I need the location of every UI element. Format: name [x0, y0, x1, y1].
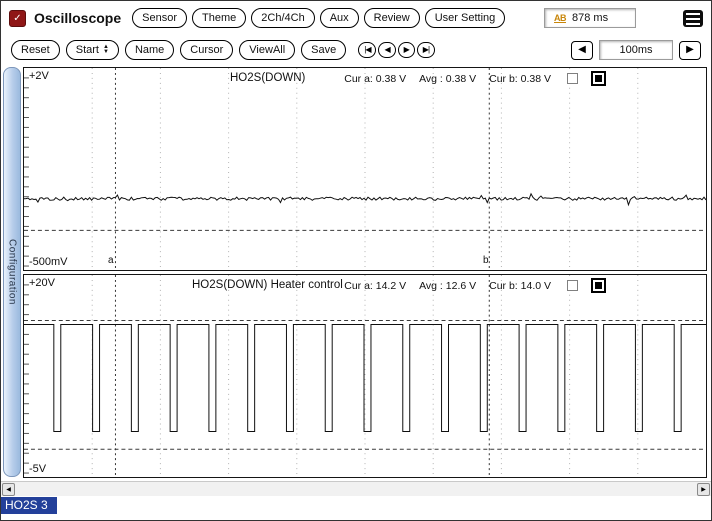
scroll-right-button[interactable]: ▶	[697, 483, 710, 496]
channel-1-top-scale-label: +2V	[29, 70, 49, 82]
channel-1-checkbox[interactable]	[567, 73, 578, 84]
channel-1-measurements: Cur a: 0.38 V Avg : 0.38 V Cur b: 0.38 V	[344, 71, 606, 86]
app-icon-mark: ✓	[13, 13, 21, 24]
start-label: Start	[76, 44, 99, 56]
time-display: AB 878 ms	[544, 8, 636, 28]
configuration-label: Configuration	[7, 239, 18, 305]
statusbar: HO2S 3	[1, 496, 711, 521]
viewall-button[interactable]: ViewAll	[239, 40, 295, 60]
timebase-decrease-button[interactable]: ◀	[571, 41, 593, 60]
save-button[interactable]: Save	[301, 40, 346, 60]
channel-2-measurements: Cur a: 14.2 V Avg : 12.6 V Cur b: 14.0 V	[344, 278, 606, 293]
app-title: Oscilloscope	[34, 10, 121, 26]
channel-2-top-scale-label: +20V	[29, 277, 55, 289]
review-button[interactable]: Review	[364, 8, 420, 28]
cursor-button[interactable]: Cursor	[180, 40, 233, 60]
channel-mode-button[interactable]: 2Ch/4Ch	[251, 8, 314, 28]
reset-button[interactable]: Reset	[11, 40, 60, 60]
channel-1-display-toggle[interactable]	[591, 71, 606, 86]
app-icon[interactable]: ✓	[9, 10, 26, 27]
ab-cursor-icon: AB	[554, 13, 566, 23]
channel-2-cursor-b-value: Cur b: 14.0 V	[489, 280, 551, 292]
user-setting-button[interactable]: User Setting	[425, 8, 506, 28]
cursor-b-label[interactable]: b	[483, 255, 489, 266]
channel-1-title: HO2S(DOWN)	[230, 72, 305, 84]
scroll-left-button[interactable]: ◀	[2, 483, 15, 496]
timebase-value: 100ms	[599, 40, 673, 60]
channel-1: +2V HO2S(DOWN) Cur a: 0.38 V Avg : 0.38 …	[23, 67, 707, 271]
skip-back-button[interactable]: |◀	[358, 42, 376, 58]
channel-1-waveform	[24, 68, 706, 270]
step-back-button[interactable]: ◀	[378, 42, 395, 58]
titlebar: ✓ Oscilloscope Sensor Theme 2Ch/4Ch Aux …	[1, 1, 711, 35]
theme-button[interactable]: Theme	[192, 8, 246, 28]
channels-container: +2V HO2S(DOWN) Cur a: 0.38 V Avg : 0.38 …	[23, 65, 707, 481]
plot-area: Configuration +2V HO2S(DOWN) Cur a: 0.38…	[1, 65, 711, 481]
aux-button[interactable]: Aux	[320, 8, 359, 28]
time-value: 878 ms	[572, 12, 608, 24]
channel-2-bottom-scale-label: -5V	[29, 463, 46, 475]
channel-2-display-toggle[interactable]	[591, 278, 606, 293]
channel-2: +20V HO2S(DOWN) Heater control Cur a: 14…	[23, 274, 707, 478]
channel-2-avg-value: Avg : 12.6 V	[419, 280, 476, 292]
channel-1-bottom-scale-label: -500mV	[29, 256, 68, 268]
horizontal-scrollbar[interactable]: ◀ ▶	[1, 481, 711, 496]
playback-controls: |◀ ◀ ▶ ▶|	[358, 42, 435, 58]
cursor-a-label[interactable]: a	[108, 255, 114, 266]
channel-2-title: HO2S(DOWN) Heater control	[192, 279, 343, 291]
step-forward-button[interactable]: ▶	[398, 42, 415, 58]
timebase-increase-button[interactable]: ▶	[679, 41, 701, 60]
timebase-controls: ◀ 100ms ▶	[571, 40, 701, 60]
menu-icon[interactable]	[683, 10, 703, 27]
sensor-button[interactable]: Sensor	[132, 8, 187, 28]
name-button[interactable]: Name	[125, 40, 174, 60]
channel-2-waveform	[24, 275, 706, 477]
spinner-icon: ▲▼	[103, 45, 109, 55]
skip-forward-button[interactable]: ▶|	[417, 42, 435, 58]
toolbar: Reset Start ▲▼ Name Cursor ViewAll Save …	[1, 35, 711, 65]
channel-2-cursor-a-value: Cur a: 14.2 V	[344, 280, 406, 292]
channel-1-cursor-b-value: Cur b: 0.38 V	[489, 73, 551, 85]
oscilloscope-window: ✓ Oscilloscope Sensor Theme 2Ch/4Ch Aux …	[0, 0, 712, 521]
channel-1-cursor-a-value: Cur a: 0.38 V	[344, 73, 406, 85]
channel-2-checkbox[interactable]	[567, 280, 578, 291]
start-button[interactable]: Start ▲▼	[66, 40, 119, 60]
channel-1-avg-value: Avg : 0.38 V	[419, 73, 476, 85]
configuration-sidebar-tab[interactable]: Configuration	[3, 67, 21, 477]
status-label: HO2S 3	[1, 497, 57, 514]
